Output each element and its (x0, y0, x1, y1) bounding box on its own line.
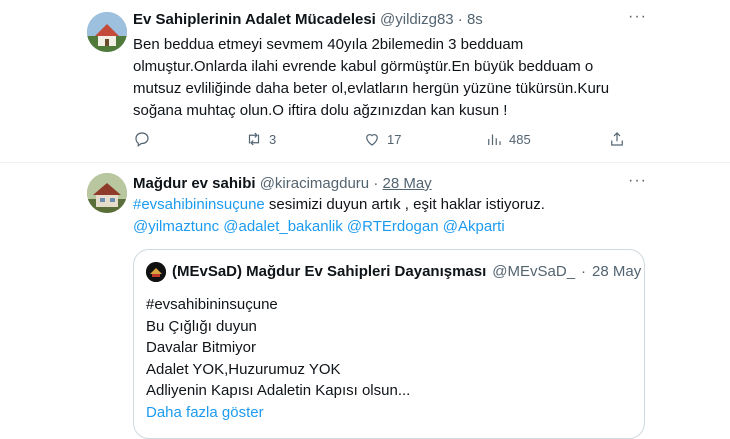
quoted-text-line: #evsahibininsuçune (146, 296, 278, 313)
separator-dot: · (373, 175, 379, 192)
mention-link[interactable]: @yilmaztunc (133, 218, 219, 235)
quoted-author-handle[interactable]: @MEvSaD_ (492, 262, 575, 282)
quoted-tweet[interactable]: (MEvSaD) Mağdur Ev Sahipleri Dayanışması… (133, 249, 645, 439)
mention-link[interactable]: @RTErdogan (347, 218, 439, 235)
quoted-author-name[interactable]: (MEvSaD) Mağdur Ev Sahipleri Dayanışması (172, 262, 486, 282)
timestamp[interactable]: 28 May (382, 175, 431, 192)
mentions-line: @yilmaztunc @adalet_bakanlik @RTErdogan … (133, 216, 633, 238)
tweet-text-line: #evsahibininsuçune sesimizi duyun artık … (133, 194, 633, 216)
author-name[interactable]: Mağdur ev sahibi (133, 175, 256, 192)
hashtag-link[interactable]: #evsahibininsuçune (133, 196, 265, 213)
quoted-timestamp[interactable]: 28 May (592, 262, 641, 282)
quoted-tweet-text: #evsahibininsuçune Bu Çığlığı duyun Dava… (146, 294, 410, 423)
quoted-text-line: Davalar Bitmiyor (146, 339, 257, 356)
quoted-tweet-header: (MEvSaD) Mağdur Ev Sahipleri Dayanışması… (146, 262, 641, 282)
more-options-icon[interactable]: ··· (628, 172, 647, 190)
tweet-text: #evsahibininsuçune sesimizi duyun artık … (133, 194, 633, 238)
quoted-text-line: Bu Çığlığı duyun (146, 317, 257, 335)
avatar[interactable] (146, 262, 166, 282)
mention-link[interactable]: @Akparti (443, 218, 505, 235)
tweet[interactable]: Mağdur ev sahibi @kiracimagduru · 28 May… (0, 0, 730, 439)
tweet-header: Mağdur ev sahibi @kiracimagduru · 28 May (133, 174, 432, 194)
mention-link[interactable]: @adalet_bakanlik (223, 218, 342, 235)
tweet-text-segment: sesimizi duyun artık , eşit haklar istiy… (264, 196, 545, 213)
avatar[interactable] (87, 173, 127, 213)
author-handle[interactable]: @kiracimagduru (260, 175, 369, 192)
quoted-text-line: Adliyenin Kapısı Adaletin Kapısı olsun..… (146, 382, 411, 399)
separator-dot: · (581, 263, 587, 280)
quoted-text-line: Adalet YOK,Huzurumuz YOK (146, 360, 341, 378)
